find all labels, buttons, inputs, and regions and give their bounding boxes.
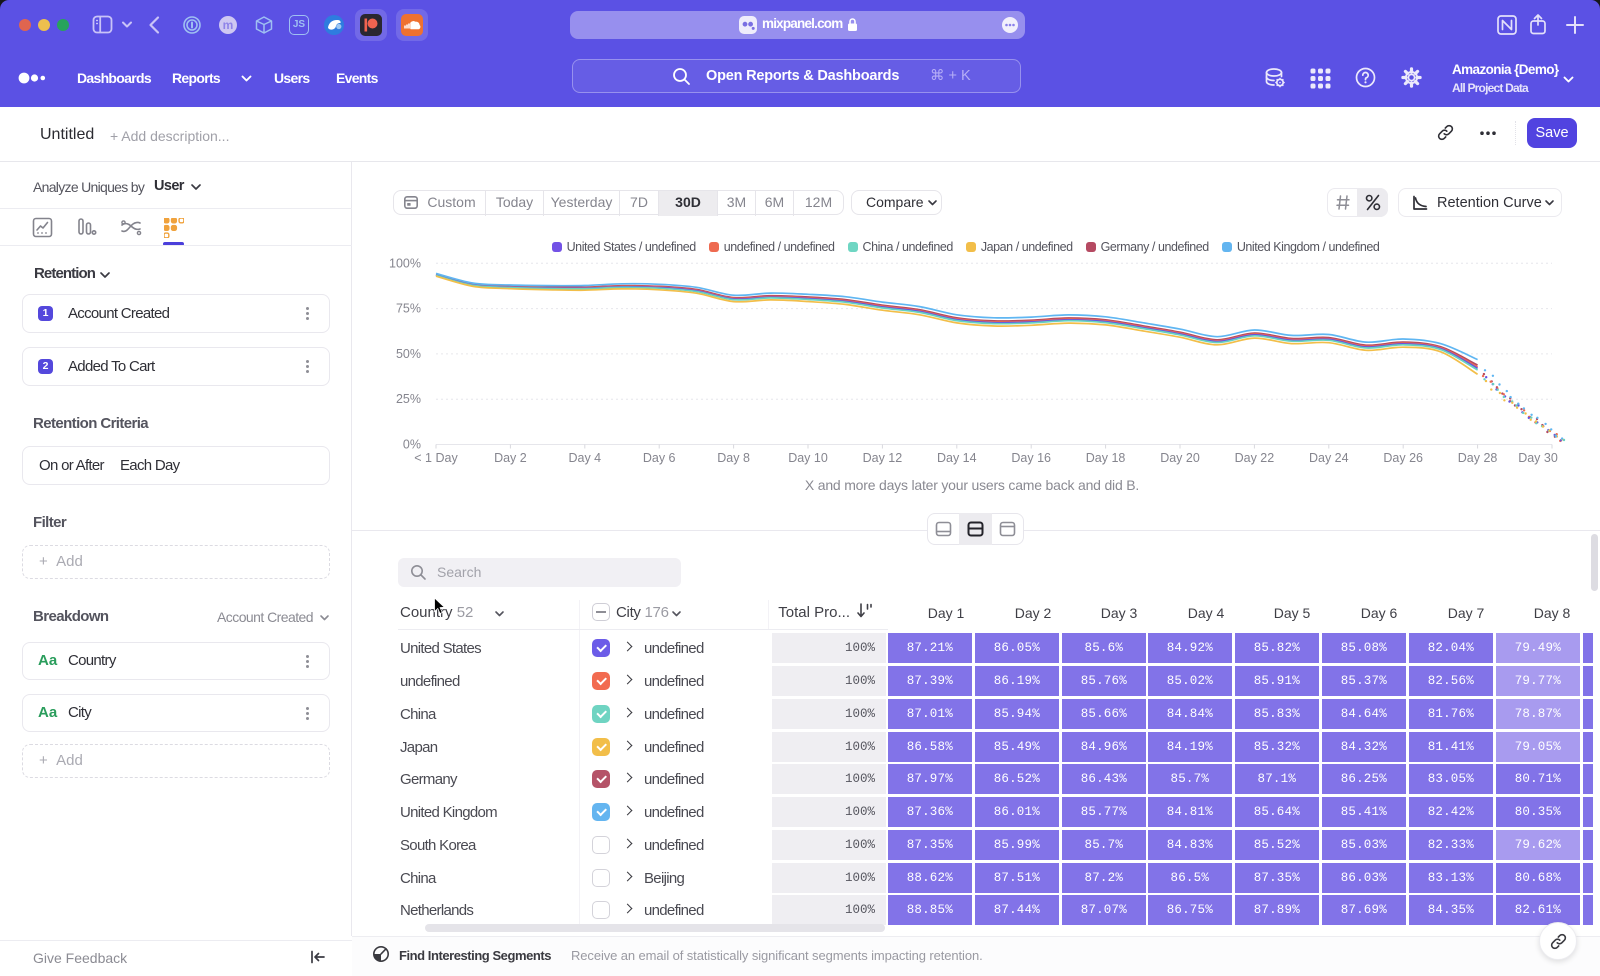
svg-text:Day 2: Day 2 [494, 451, 527, 465]
svg-text:50%: 50% [396, 347, 421, 361]
svg-text:Day 10: Day 10 [788, 451, 828, 465]
svg-text:Day 24: Day 24 [1309, 451, 1349, 465]
svg-text:Day 22: Day 22 [1235, 451, 1275, 465]
svg-text:Day 6: Day 6 [643, 451, 676, 465]
svg-text:Day 12: Day 12 [863, 451, 903, 465]
svg-text:Day 14: Day 14 [937, 451, 977, 465]
svg-text:25%: 25% [396, 392, 421, 406]
svg-text:Day 8: Day 8 [717, 451, 750, 465]
svg-text:< 1 Day: < 1 Day [414, 451, 458, 465]
svg-text:Day 16: Day 16 [1011, 451, 1051, 465]
svg-text:75%: 75% [396, 302, 421, 316]
svg-text:Day 20: Day 20 [1160, 451, 1200, 465]
svg-text:Day 4: Day 4 [568, 451, 601, 465]
svg-text:Day 18: Day 18 [1086, 451, 1126, 465]
svg-text:Day 28: Day 28 [1458, 451, 1498, 465]
svg-text:0%: 0% [403, 438, 421, 452]
svg-text:100%: 100% [389, 256, 421, 270]
svg-text:Day 30: Day 30 [1518, 451, 1558, 465]
svg-text:Day 26: Day 26 [1383, 451, 1423, 465]
